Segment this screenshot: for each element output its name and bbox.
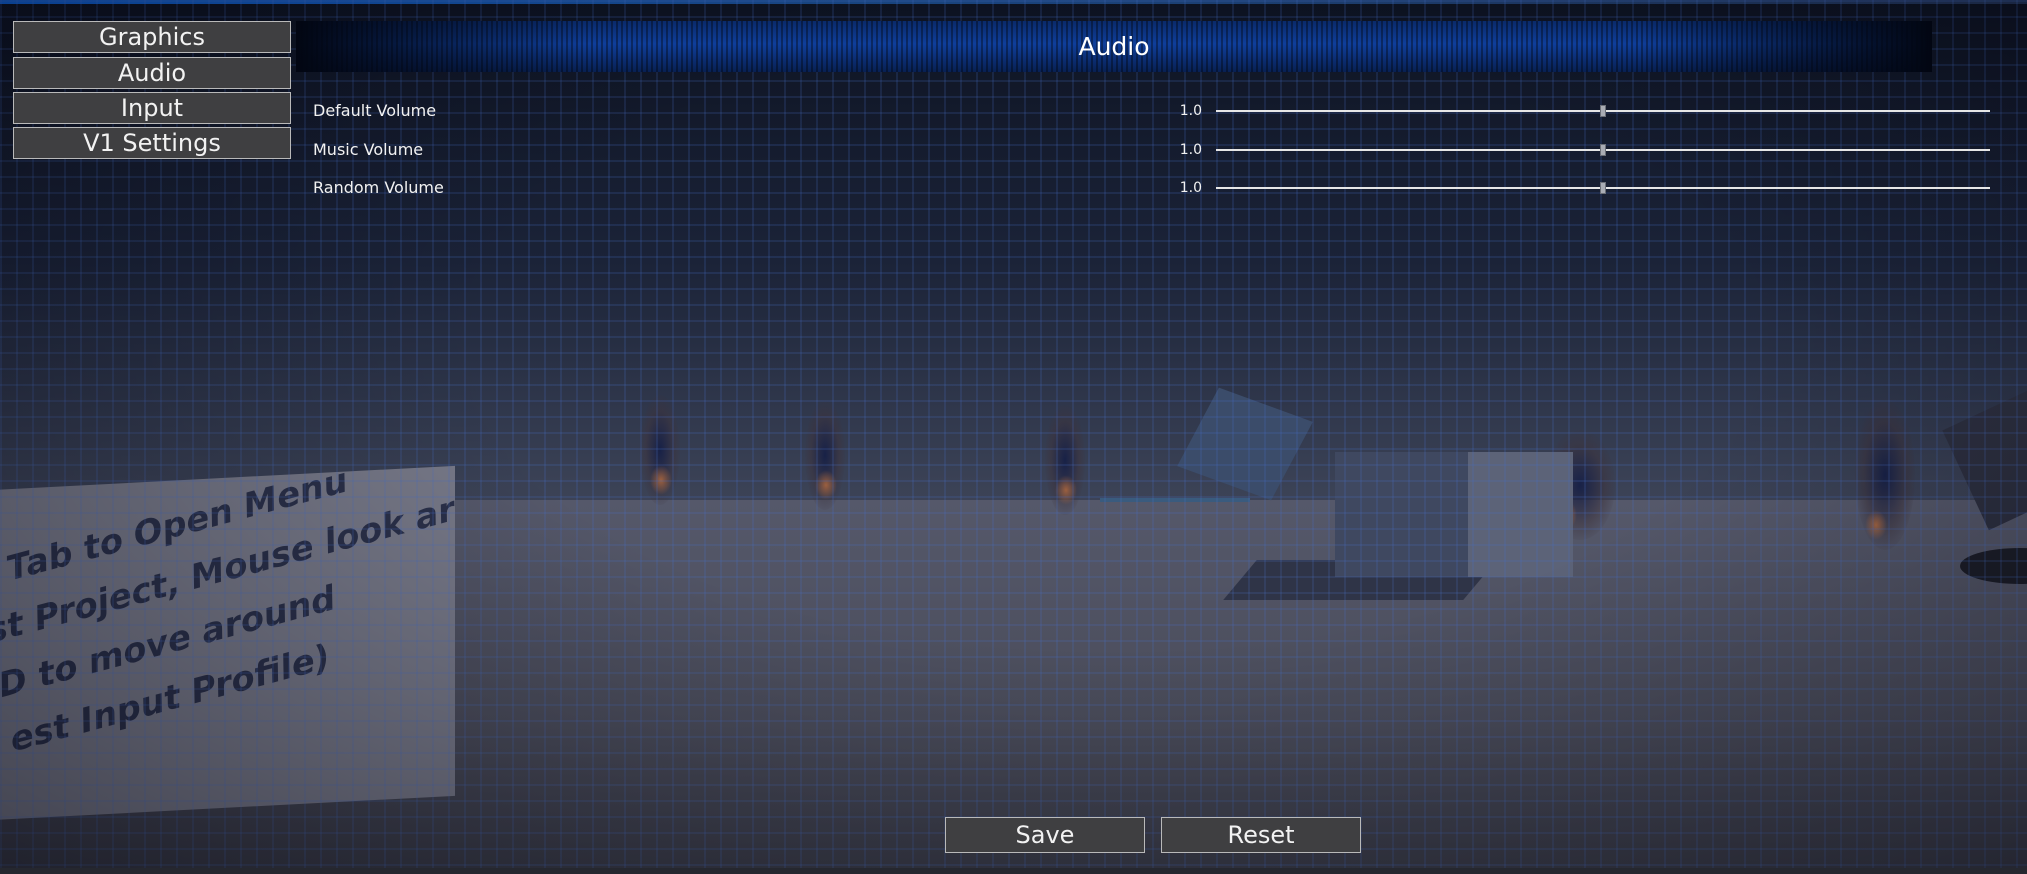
smoke-particle-effect	[640, 395, 680, 505]
smoke-particle-effect	[805, 400, 845, 510]
music-volume-label: Music Volume	[313, 140, 424, 159]
default-volume-value: 1.0	[1179, 103, 1202, 119]
tab-audio[interactable]: Audio	[13, 57, 291, 89]
scene-ground-line	[1100, 498, 1250, 502]
random-volume-slider[interactable]	[1216, 178, 1990, 198]
scene-cube	[1468, 452, 1573, 577]
default-volume-label: Default Volume	[313, 101, 437, 120]
tab-v1-settings[interactable]: V1 Settings	[13, 127, 291, 159]
tab-input[interactable]: Input	[13, 92, 291, 124]
top-accent-line	[0, 0, 2027, 4]
smoke-particle-effect	[1855, 400, 1915, 550]
music-volume-value: 1.0	[1179, 142, 1202, 158]
slider-thumb[interactable]	[1600, 182, 1606, 194]
save-button[interactable]: Save	[945, 817, 1145, 853]
music-volume-slider[interactable]	[1216, 140, 1990, 160]
scene-instruction-wall: s Tab to Open Menu st Project, Mouse loo…	[0, 465, 455, 821]
slider-thumb[interactable]	[1600, 105, 1606, 117]
random-volume-label: Random Volume	[313, 178, 444, 197]
scene-tilted-cube	[1177, 387, 1313, 501]
default-volume-slider[interactable]	[1216, 101, 1990, 121]
slider-thumb[interactable]	[1600, 144, 1606, 156]
panel-header: Audio	[296, 21, 1932, 72]
scene-instruction-text: s Tab to Open Menu st Project, Mouse loo…	[0, 466, 455, 768]
game-viewport: s Tab to Open Menu st Project, Mouse loo…	[0, 0, 2027, 874]
random-volume-value: 1.0	[1179, 180, 1202, 196]
smoke-particle-effect	[1045, 405, 1085, 515]
bottom-edge	[0, 868, 2027, 874]
reset-button[interactable]: Reset	[1161, 817, 1361, 853]
scene-cube	[1335, 452, 1470, 577]
tab-graphics[interactable]: Graphics	[13, 21, 291, 53]
panel-title: Audio	[1078, 32, 1150, 61]
